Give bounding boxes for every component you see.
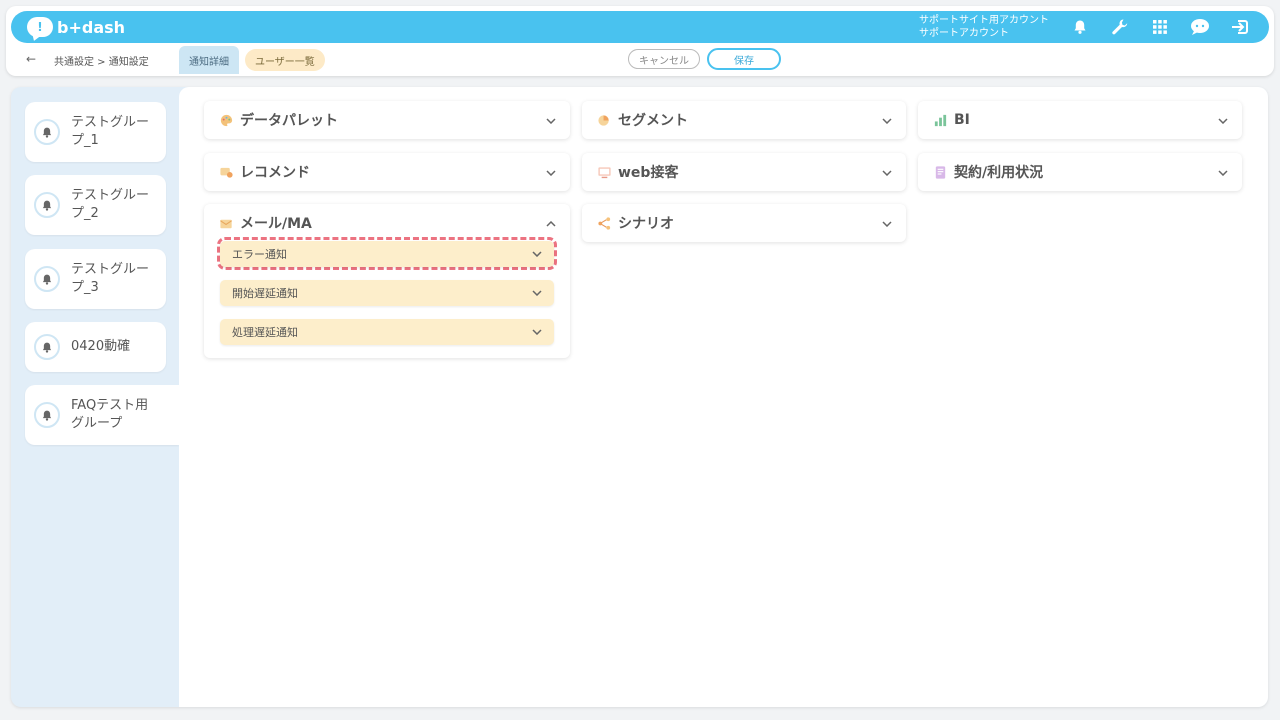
top-bar: ! b+dash サポートサイト用アカウント サポートアカウント (11, 11, 1269, 43)
sidebar-item-group-3[interactable]: テストグルー プ_3 (25, 249, 166, 309)
mail-ma-item-error-notification[interactable]: エラー通知 (220, 241, 554, 267)
sidebar-item-label: 0420動確 (71, 339, 131, 354)
category-contract[interactable]: 契約/利用状況 (918, 153, 1242, 191)
chevron-down-icon[interactable] (532, 288, 542, 299)
save-button[interactable]: 保存 (707, 48, 781, 70)
category-title: レコメンド (240, 165, 310, 181)
mail-ma-item-start-delay-notification[interactable]: 開始遅延通知 (220, 280, 554, 306)
recommend-icon (218, 164, 234, 180)
scenario-icon (596, 215, 612, 231)
bell-icon (34, 334, 60, 360)
chevron-down-icon[interactable] (882, 166, 892, 179)
chevron-down-icon[interactable] (532, 327, 542, 338)
back-arrow-icon[interactable]: ← (26, 52, 36, 66)
chevron-up-icon[interactable] (546, 217, 556, 230)
sidebar-item-label: テストグルー プ_3 (71, 262, 150, 295)
sub-bar: ← 共通設定 > 通知設定 通知詳細 ユーザー一覧 キャンセル 保存 (6, 46, 1274, 74)
category-web-service[interactable]: web接客 (582, 153, 906, 191)
logo-text: b+dash (57, 17, 126, 37)
sidebar-item-label: テストグルー プ_1 (71, 115, 150, 148)
category-title: データパレット (240, 113, 338, 129)
bell-icon[interactable] (1069, 16, 1091, 38)
palette-icon (218, 112, 234, 128)
sub-item-label: 処理遅延通知 (232, 326, 298, 339)
category-title: 契約/利用状況 (954, 165, 1044, 181)
chevron-down-icon[interactable] (1218, 166, 1228, 179)
sub-item-label: エラー通知 (232, 248, 287, 261)
breadcrumb: 共通設定 > 通知設定 (54, 57, 149, 68)
bell-icon (34, 266, 60, 292)
sidebar-item-label: FAQテスト用 グループ (71, 398, 149, 431)
category-title: web接客 (618, 165, 679, 181)
mail-icon (218, 215, 234, 231)
logo[interactable]: ! b+dash (27, 17, 125, 37)
logo-bubble-icon: ! (27, 17, 53, 37)
sidebar-item-0420[interactable]: 0420動確 (25, 322, 166, 372)
bell-icon (34, 402, 60, 428)
category-title: メール/MA (240, 216, 312, 232)
account-line-1: サポートサイト用アカウント (919, 15, 1049, 26)
cancel-button[interactable]: キャンセル (628, 49, 700, 69)
header-card: ! b+dash サポートサイト用アカウント サポートアカウント ← 共通設定 … (6, 6, 1274, 76)
category-bi[interactable]: BI (918, 101, 1242, 139)
bell-icon (34, 192, 60, 218)
tab-user-list[interactable]: ユーザー一覧 (245, 49, 325, 71)
chevron-down-icon[interactable] (882, 114, 892, 127)
grid-icon[interactable] (1149, 16, 1171, 38)
sidebar-item-group-1[interactable]: テストグルー プ_1 (25, 102, 166, 162)
account-info[interactable]: サポートサイト用アカウント サポートアカウント (919, 14, 1049, 40)
category-scenario[interactable]: シナリオ (582, 204, 906, 242)
category-title: BI (954, 112, 970, 128)
monitor-icon (596, 164, 612, 180)
main-panel: テストグルー プ_1 テストグルー プ_2 テストグルー プ_3 0420動確 … (11, 87, 1268, 707)
category-recommend[interactable]: レコメンド (204, 153, 570, 191)
bell-icon (34, 119, 60, 145)
category-data-palette[interactable]: データパレット (204, 101, 570, 139)
sidebar-item-label: テストグルー プ_2 (71, 188, 150, 221)
contract-icon (932, 164, 948, 180)
chevron-down-icon[interactable] (546, 114, 556, 127)
category-mail-ma[interactable]: メール/MA エラー通知 開始遅延通知 処理遅延通知 (204, 204, 570, 358)
logout-icon[interactable] (1229, 16, 1251, 38)
chevron-down-icon[interactable] (882, 217, 892, 230)
chevron-down-icon[interactable] (532, 249, 542, 260)
chevron-down-icon[interactable] (1218, 114, 1228, 127)
bar-chart-icon (932, 112, 948, 128)
category-title: セグメント (618, 113, 688, 129)
sidebar-item-faq-group[interactable]: FAQテスト用 グループ (25, 385, 179, 445)
chevron-down-icon[interactable] (546, 166, 556, 179)
category-title: シナリオ (618, 216, 674, 232)
mail-ma-item-process-delay-notification[interactable]: 処理遅延通知 (220, 319, 554, 345)
segment-icon (596, 112, 612, 128)
chat-support-icon[interactable] (1189, 16, 1211, 38)
wrench-icon[interactable] (1109, 16, 1131, 38)
account-line-2: サポートアカウント (919, 28, 1009, 39)
sidebar-item-group-2[interactable]: テストグルー プ_2 (25, 175, 166, 235)
content-area: データパレット セグメント BI レコメンド web接客 契約/利用状況 メール… (179, 87, 1268, 707)
sub-item-label: 開始遅延通知 (232, 287, 298, 300)
category-segment[interactable]: セグメント (582, 101, 906, 139)
tab-notification-detail[interactable]: 通知詳細 (179, 46, 239, 74)
